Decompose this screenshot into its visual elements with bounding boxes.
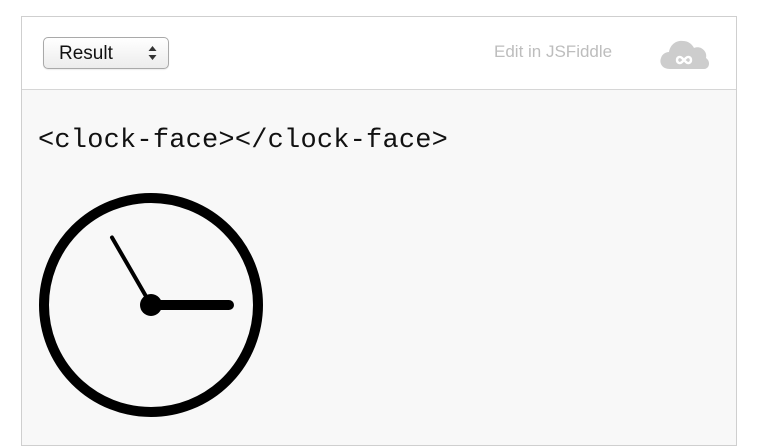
jsfiddle-cloud-icon[interactable]	[658, 36, 710, 72]
clock-center	[140, 294, 162, 316]
view-select[interactable]: Result	[43, 37, 169, 69]
result-pane: <clock-face></clock-face>	[22, 90, 736, 445]
result-frame: Result Edit in JSFiddle <clock-face></cl…	[21, 16, 737, 446]
minute-hand	[110, 235, 153, 307]
edit-in-jsfiddle-link[interactable]: Edit in JSFiddle	[494, 42, 612, 62]
clock-face	[39, 193, 263, 417]
toolbar: Result Edit in JSFiddle	[22, 17, 736, 90]
updown-arrows-icon	[148, 46, 157, 60]
view-select-value: Result	[59, 43, 113, 64]
code-text: <clock-face></clock-face>	[38, 126, 449, 156]
